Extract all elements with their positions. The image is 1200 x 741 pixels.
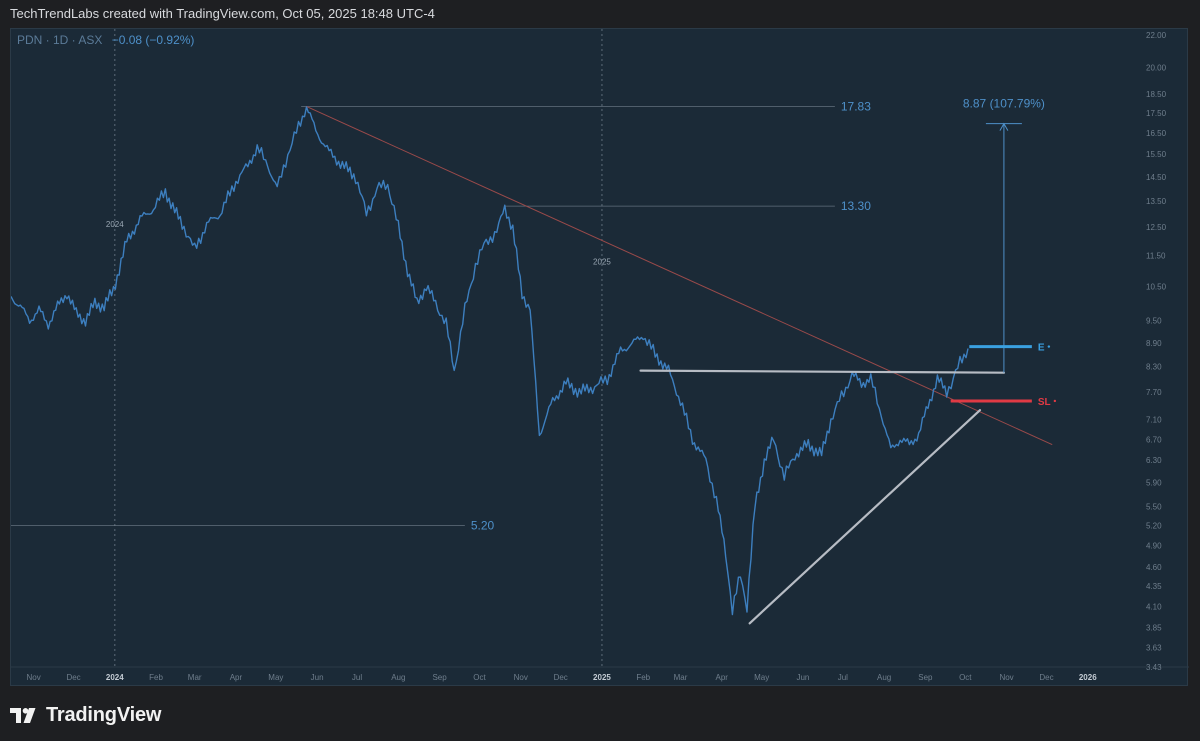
x-tick-label: Sep (432, 673, 447, 682)
x-tick-label: Sep (918, 673, 933, 682)
y-tick-label: 4.90 (1146, 542, 1162, 551)
x-tick-label: Oct (959, 673, 972, 682)
y-tick-label: 3.43 (1146, 663, 1162, 672)
y-tick-label: 12.50 (1146, 223, 1167, 232)
x-tick-label: Mar (188, 673, 202, 682)
y-tick-label: 5.50 (1146, 502, 1162, 511)
x-tick-label: Jul (352, 673, 362, 682)
stop-loss-dot (1053, 399, 1057, 403)
y-tick-label: 4.35 (1146, 582, 1162, 591)
price-change: −0.08 (−0.92%) (111, 33, 195, 47)
y-tick-label: 10.50 (1146, 283, 1167, 292)
x-tick-label: Dec (1039, 673, 1053, 682)
x-tick-label: Mar (674, 673, 688, 682)
brand-name: TradingView (46, 703, 162, 726)
entry-dot (1047, 345, 1051, 348)
attribution-text: TechTrendLabs created with TradingView.c… (10, 6, 435, 21)
y-tick-label: 7.70 (1146, 388, 1162, 397)
y-tick-label: 3.63 (1146, 644, 1162, 653)
price-series-line (11, 106, 969, 616)
x-tick-label: May (754, 673, 769, 682)
tradingview-brand[interactable]: TradingView (10, 700, 161, 730)
y-tick-label: 5.90 (1146, 479, 1162, 488)
x-tick-label: Apr (230, 673, 243, 682)
y-tick-label: 20.00 (1146, 63, 1167, 72)
y-tick-label: 11.50 (1146, 252, 1166, 261)
x-tick-label: Nov (27, 673, 41, 682)
x-tick-label: 2024 (106, 673, 124, 682)
rising-support (748, 409, 982, 625)
y-tick-label: 16.50 (1146, 129, 1167, 138)
y-tick-label: 3.85 (1146, 624, 1162, 633)
x-tick-label: Dec (554, 673, 568, 682)
x-tick-label: Jun (796, 673, 809, 682)
horizontal-level-label: 5.20 (471, 519, 495, 533)
x-tick-label: Feb (149, 673, 163, 682)
projection-label: 8.87 (107.79%) (963, 97, 1045, 111)
x-tick-label: Aug (391, 673, 405, 682)
x-tick-label: 2025 (593, 673, 611, 682)
horizontal-level-label: 17.83 (841, 99, 871, 113)
year-marker-label: 2024 (106, 220, 124, 229)
y-tick-label: 18.50 (1146, 90, 1167, 99)
x-tick-label: 2026 (1079, 673, 1097, 682)
price-chart[interactable]: 2024 2025 Nov Dec 2024 Feb Mar Apr May Jun Jul Aug S… (11, 29, 1189, 687)
y-tick-label: 4.60 (1146, 563, 1162, 572)
x-tick-label: Jul (838, 673, 848, 682)
horizontal-level-label: 13.30 (841, 199, 871, 213)
x-tick-label: Dec (66, 673, 80, 682)
descending-trendline (305, 105, 1053, 445)
x-tick-label: May (268, 673, 283, 682)
y-tick-label: 4.10 (1146, 602, 1162, 611)
neckline (639, 369, 1006, 374)
entry-label: E (1038, 343, 1045, 354)
x-tick-label: Oct (473, 673, 486, 682)
y-tick-label: 8.30 (1146, 362, 1162, 371)
y-tick-label: 8.90 (1146, 339, 1162, 348)
x-tick-label: Nov (999, 673, 1013, 682)
symbol-label: PDN · 1D · ASX (17, 33, 103, 47)
x-tick-label: Jun (311, 673, 324, 682)
year-marker-label: 2025 (593, 258, 611, 267)
y-tick-label: 6.70 (1146, 435, 1162, 444)
x-tick-label: Feb (636, 673, 650, 682)
y-tick-label: 17.50 (1146, 109, 1167, 118)
y-tick-label: 15.50 (1146, 150, 1167, 159)
tradingview-logo-icon (10, 708, 36, 723)
stop-loss-label: SL (1038, 397, 1051, 408)
chart-panel[interactable]: 2024 2025 Nov Dec 2024 Feb Mar Apr May Jun Jul Aug S… (10, 28, 1189, 687)
y-tick-label: 14.50 (1146, 173, 1167, 182)
x-tick-label: Aug (877, 673, 891, 682)
y-tick-label: 5.20 (1146, 522, 1162, 531)
y-tick-label: 7.10 (1146, 416, 1162, 425)
x-tick-label: Apr (716, 673, 729, 682)
y-tick-label: 6.30 (1146, 456, 1162, 465)
x-tick-label: Nov (514, 673, 528, 682)
y-tick-label: 9.50 (1146, 317, 1162, 326)
symbol-legend: PDN · 1D · ASX −0.08 (−0.92%) (17, 33, 194, 47)
y-tick-label: 22.00 (1146, 31, 1167, 40)
y-tick-label: 13.50 (1146, 197, 1167, 206)
chart-header: TechTrendLabs created with TradingView.c… (0, 0, 1200, 28)
